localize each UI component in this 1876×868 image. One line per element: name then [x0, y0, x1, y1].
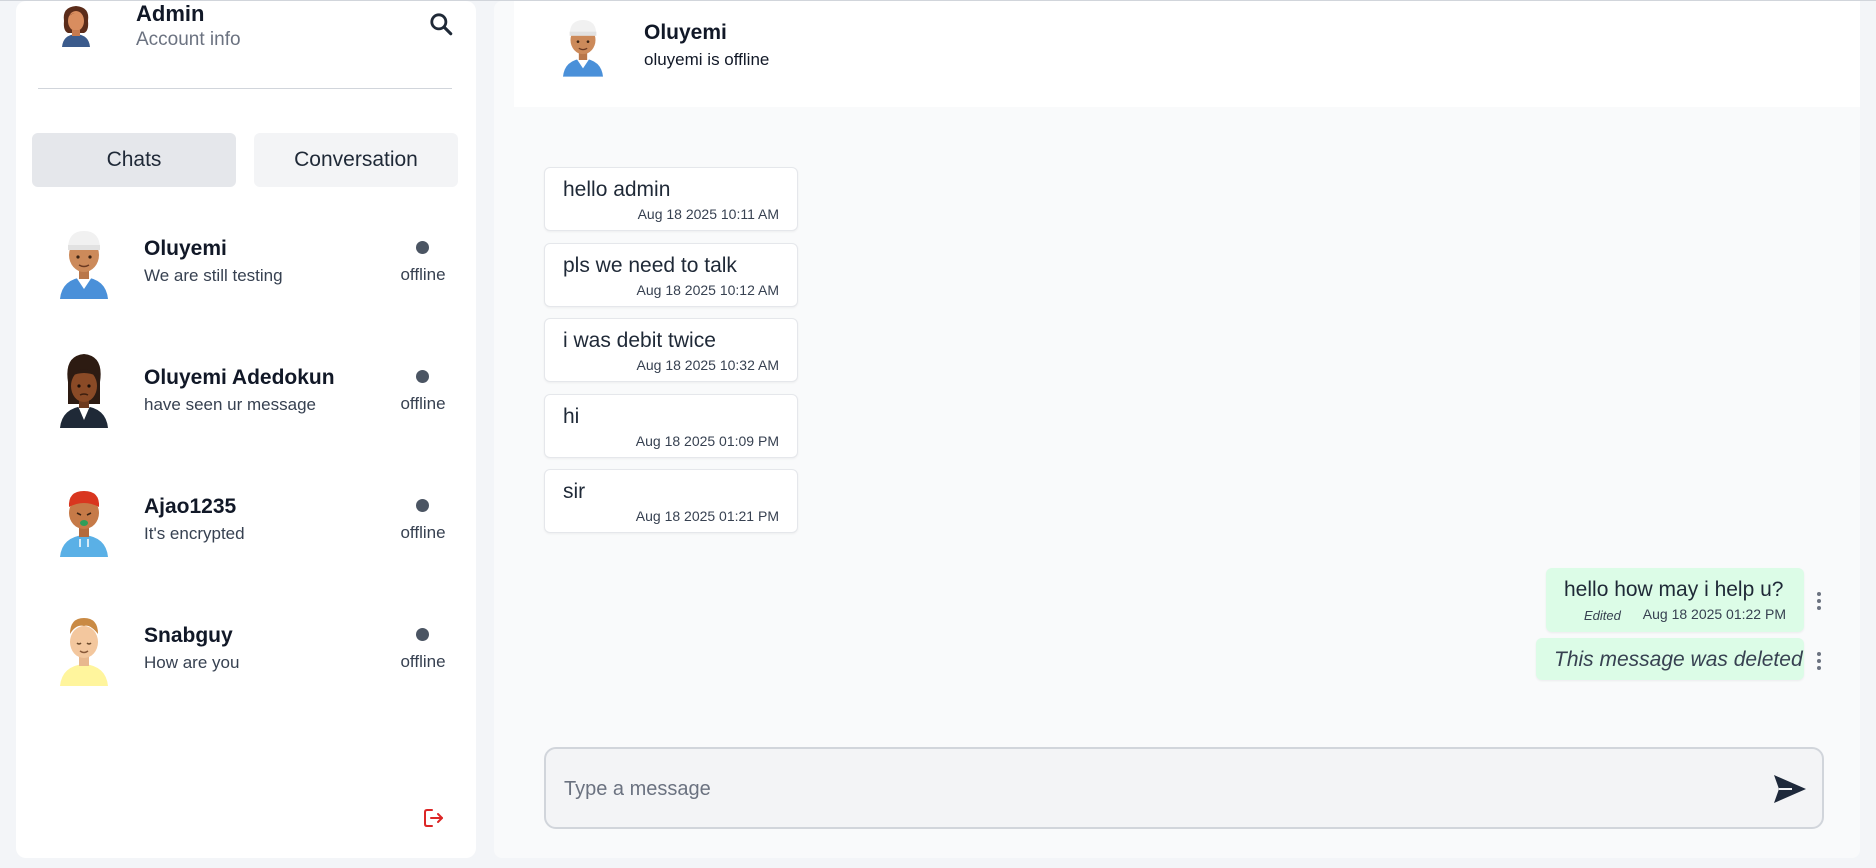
sidebar: Admin Account info Chats Conversation Ol…	[16, 1, 476, 858]
sidebar-divider	[38, 88, 452, 89]
chat-status: offline	[400, 652, 446, 671]
sidebar-tabs: Chats Conversation	[32, 133, 458, 187]
message-time: Aug 18 2025 10:11 AM	[637, 206, 779, 222]
message-composer	[544, 747, 1824, 829]
avatar-dark-hair	[60, 354, 108, 428]
incoming-message[interactable]: hi Aug 18 2025 01:09 PM	[544, 394, 798, 458]
account-info[interactable]: Admin Account info	[44, 1, 464, 61]
incoming-message[interactable]: sir Aug 18 2025 01:21 PM	[544, 469, 798, 533]
chat-preview: We are still testing	[144, 266, 283, 285]
chat-item-ajao1235[interactable]: Ajao1235 It's encrypted offline	[16, 467, 476, 596]
chat-name: Snabguy	[144, 624, 233, 647]
chat-status: offline	[400, 394, 446, 413]
status-dot	[416, 370, 429, 383]
status-dot	[416, 241, 429, 254]
logout-icon[interactable]	[422, 806, 446, 830]
message-time: Aug 18 2025 01:21 PM	[635, 508, 779, 524]
admin-avatar	[62, 6, 90, 47]
outgoing-message[interactable]: hello how may i help u? Edited Aug 18 20…	[1546, 568, 1804, 632]
chat-panel: Oluyemi oluyemi is offline hello admin A…	[494, 1, 1860, 858]
chat-status: offline	[400, 523, 446, 542]
message-text: hello admin	[563, 178, 671, 201]
more-vertical-icon[interactable]	[1814, 649, 1824, 673]
more-vertical-icon[interactable]	[1814, 589, 1824, 613]
chat-status: offline	[400, 265, 446, 284]
chat-name: Ajao1235	[144, 495, 237, 518]
chat-preview: How are you	[144, 653, 240, 672]
message-text: pls we need to talk	[563, 254, 737, 277]
chat-item-oluyemi-adedokun[interactable]: Oluyemi Adedokun have seen ur message of…	[16, 338, 476, 467]
incoming-message[interactable]: i was debit twice Aug 18 2025 10:32 AM	[544, 318, 798, 382]
message-time: Aug 18 2025 01:22 PM	[1642, 606, 1786, 622]
message-input[interactable]	[564, 771, 1714, 807]
tab-conversation[interactable]: Conversation	[254, 133, 458, 187]
account-subtitle: Account info	[136, 29, 241, 50]
chat-preview: It's encrypted	[144, 524, 245, 543]
incoming-message[interactable]: pls we need to talk Aug 18 2025 10:12 AM	[544, 243, 798, 307]
chat-preview: have seen ur message	[144, 395, 316, 414]
edited-label: Edited	[1584, 608, 1621, 623]
avatar-blonde	[60, 618, 108, 686]
chat-item-snabguy[interactable]: Snabguy How are you offline	[16, 596, 476, 725]
message-time: Aug 18 2025 01:09 PM	[635, 433, 779, 449]
message-list: hello admin Aug 18 2025 10:11 AM pls we …	[494, 1, 1860, 701]
deleted-message-text: This message was deleted	[1554, 648, 1803, 671]
avatar-red-hair	[60, 491, 108, 557]
status-dot	[416, 628, 429, 641]
message-time: Aug 18 2025 10:12 AM	[636, 282, 779, 298]
search-icon[interactable]	[428, 11, 454, 37]
tab-chats[interactable]: Chats	[32, 133, 236, 187]
message-text: sir	[563, 480, 586, 503]
message-text: hello how may i help u?	[1564, 578, 1784, 601]
chat-list: Oluyemi We are still testing offline Olu…	[16, 209, 476, 725]
status-dot	[416, 499, 429, 512]
chat-name: Oluyemi	[144, 237, 227, 260]
outgoing-message-deleted[interactable]: This message was deleted	[1536, 638, 1804, 680]
message-time: Aug 18 2025 10:32 AM	[636, 357, 779, 373]
account-name: Admin	[136, 1, 205, 26]
chat-name: Oluyemi Adedokun	[144, 366, 335, 389]
message-text: i was debit twice	[563, 329, 716, 352]
chat-item-oluyemi[interactable]: Oluyemi We are still testing offline	[16, 209, 476, 338]
incoming-message[interactable]: hello admin Aug 18 2025 10:11 AM	[544, 167, 798, 231]
message-text: hi	[563, 405, 580, 428]
avatar-white-cap	[60, 231, 108, 299]
send-icon[interactable]	[1772, 773, 1808, 805]
